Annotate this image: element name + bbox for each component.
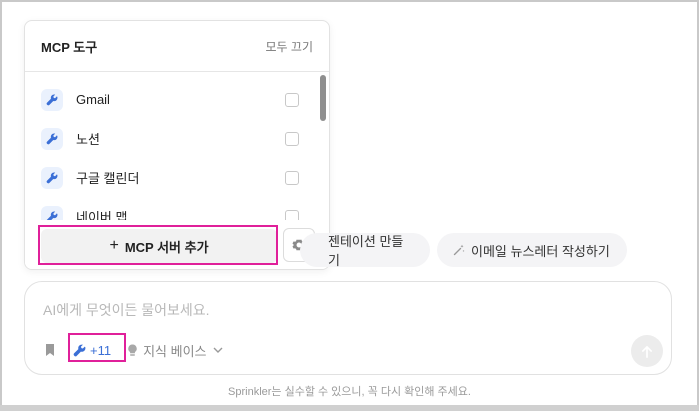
composer-toolbar: +11 지식 베이스 xyxy=(41,338,223,362)
plus-icon: + xyxy=(109,237,119,254)
suggestion-chip-newsletter[interactable]: 이메일 뉴스레터 작성하기 xyxy=(437,233,627,267)
mcp-tools-count: +11 xyxy=(90,342,112,358)
wrench-icon xyxy=(41,166,63,189)
disclaimer-text: Sprinkler는 실수할 수 있으니, 꼭 다시 확인해 주세요. xyxy=(228,386,471,398)
knowledge-base-button[interactable]: 지식 베이스 xyxy=(127,341,223,360)
mcp-tool-item-naver-map[interactable]: 네이버 맵 xyxy=(25,197,325,220)
suggestion-chip-label: 이메일 뉴스레터 작성하기 xyxy=(471,243,610,259)
mcp-panel-title: MCP 도구 xyxy=(41,39,98,55)
chevron-down-icon xyxy=(213,347,223,353)
mcp-tool-checkbox[interactable] xyxy=(285,170,299,185)
mcp-tool-item-gmail[interactable]: Gmail xyxy=(25,80,325,119)
bookmark-icon[interactable] xyxy=(41,341,59,359)
window-frame-bottom xyxy=(0,405,699,411)
wrench-icon xyxy=(73,344,86,357)
add-mcp-server-label: MCP 서버 추가 xyxy=(124,239,209,255)
mcp-tool-checkbox[interactable] xyxy=(285,131,299,146)
lightbulb-icon xyxy=(127,343,138,357)
suggestion-chip-label: 젠테이션 만들기 xyxy=(328,234,404,268)
wrench-icon xyxy=(41,127,63,150)
chat-input[interactable]: AI에게 무엇이든 물어보세요. xyxy=(43,300,210,320)
mcp-tool-label: 노션 xyxy=(76,132,100,147)
wrench-icon xyxy=(41,88,63,111)
mcp-list-scrollbar-thumb[interactable] xyxy=(320,75,326,121)
mcp-tool-item-notion[interactable]: 노션 xyxy=(25,119,325,158)
mcp-tool-label: 구글 캘린더 xyxy=(76,171,140,186)
mcp-tool-item-google-calendar[interactable]: 구글 캘린더 xyxy=(25,158,325,197)
mcp-tool-label: Gmail xyxy=(76,92,110,107)
mcp-panel-footer: + MCP 서버 추가 xyxy=(25,221,329,269)
arrow-up-icon xyxy=(641,345,653,358)
mcp-tool-checkbox[interactable] xyxy=(285,209,299,220)
mcp-tools-panel: MCP 도구 모두 끄기 Gmail 노션 구글 캘린더 네이버 맵 + MCP… xyxy=(24,20,330,270)
chat-composer: AI에게 무엇이든 물어보세요. +11 지식 베이스 xyxy=(24,281,672,375)
mcp-tool-list: Gmail 노션 구글 캘린더 네이버 맵 xyxy=(25,80,325,220)
add-mcp-server-button[interactable]: + MCP 서버 추가 xyxy=(41,229,277,263)
magic-wand-icon xyxy=(453,244,465,256)
mcp-tool-checkbox[interactable] xyxy=(285,92,299,107)
send-button[interactable] xyxy=(631,335,663,367)
knowledge-base-label: 지식 베이스 xyxy=(143,343,207,359)
turn-off-all-button[interactable]: 모두 끄기 xyxy=(266,38,314,55)
suggestion-chip-presentation[interactable]: 젠테이션 만들기 xyxy=(300,233,430,268)
mcp-tool-label: 네이버 맵 xyxy=(76,210,128,220)
mcp-panel-header: MCP 도구 모두 끄기 xyxy=(25,21,329,72)
mcp-tools-button[interactable]: +11 xyxy=(73,339,111,361)
wrench-icon xyxy=(41,205,63,220)
